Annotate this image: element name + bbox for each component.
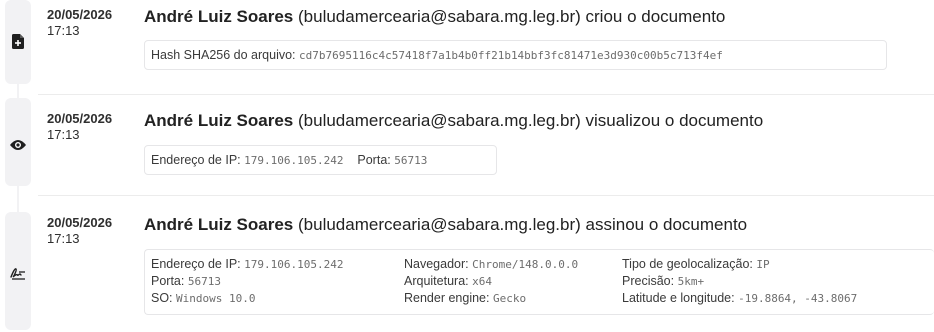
event-divider: [38, 94, 934, 95]
ip-value: 179.106.105.242: [244, 258, 344, 271]
browser-label: Navegador:: [404, 257, 469, 271]
precision-label: Precisão:: [622, 274, 675, 288]
user-email: (buludamercearia@sabara.mg.leg.br): [298, 7, 581, 26]
port-label: Porta:: [151, 274, 185, 288]
file-add-icon: [5, 32, 31, 50]
access-info-box: Endereço de IP: 179.106.105.242 Porta: 5…: [144, 145, 497, 175]
user-email: (buludamercearia@sabara.mg.leg.br): [298, 215, 581, 234]
port-label: Porta:: [357, 153, 391, 167]
timeline-marker-signed: [5, 212, 31, 330]
event-date: 20/05/2026: [47, 7, 113, 22]
precision-value: 5km+: [677, 275, 705, 288]
ip-label: Endereço de IP:: [151, 153, 241, 167]
event-headline: André Luiz Soares (buludamercearia@sabar…: [144, 215, 747, 235]
event-divider: [38, 195, 934, 196]
hash-box: Hash SHA256 do arquivo: cd7b7695116c4c57…: [144, 40, 887, 70]
event-time: 17:13: [47, 231, 80, 246]
timeline-marker-viewed: [5, 98, 31, 186]
os-label: SO:: [151, 291, 173, 305]
event-datetime: 20/05/2026 17:13: [47, 111, 137, 143]
event-action: assinou o documento: [585, 215, 748, 234]
event-datetime: 20/05/2026 17:13: [47, 215, 137, 247]
event-datetime: 20/05/2026 17:13: [47, 7, 137, 39]
latlng-label: Latitude e longitude:: [622, 291, 735, 305]
event-signed: 20/05/2026 17:13 André Luiz Soares (bulu…: [47, 215, 934, 325]
event-date: 20/05/2026: [47, 215, 113, 230]
user-name: André Luiz Soares: [144, 7, 294, 26]
event-headline: André Luiz Soares (buludamercearia@sabar…: [144, 7, 725, 27]
timeline-connector: [17, 186, 19, 212]
event-created: 20/05/2026 17:13 André Luiz Soares (bulu…: [47, 7, 934, 87]
geo-type-value: IP: [756, 258, 770, 271]
timeline-connector: [17, 84, 19, 98]
event-viewed: 20/05/2026 17:13 André Luiz Soares (bulu…: [47, 111, 934, 181]
port-value: 56713: [187, 275, 221, 288]
user-name: André Luiz Soares: [144, 215, 294, 234]
latlng-value: -19.8864, -43.8067: [738, 292, 858, 305]
hash-label: Hash SHA256 do arquivo:: [151, 48, 296, 62]
timeline-marker-created: [5, 0, 31, 84]
geo-type-label: Tipo de geolocalização:: [622, 257, 753, 271]
event-action: visualizou o documento: [585, 111, 764, 130]
ip-value: 179.106.105.242: [244, 154, 344, 167]
eye-icon: [5, 136, 31, 154]
event-time: 17:13: [47, 127, 80, 142]
engine-label: Render engine:: [404, 291, 490, 305]
engine-value: Gecko: [492, 292, 527, 305]
event-headline: André Luiz Soares (buludamercearia@sabar…: [144, 111, 763, 131]
os-value: Windows 10.0: [176, 292, 256, 305]
event-action: criou o documento: [585, 7, 726, 26]
user-name: André Luiz Soares: [144, 111, 294, 130]
port-value: 56713: [394, 154, 428, 167]
signature-info-box: Endereço de IP: 179.106.105.242 Porta: 5…: [144, 249, 934, 315]
user-email: (buludamercearia@sabara.mg.leg.br): [298, 111, 581, 130]
arch-value: x64: [472, 275, 492, 288]
hash-value: cd7b7695116c4c57418f7a1b4b0ff21b14bbf3fc…: [299, 49, 723, 62]
signature-icon: [5, 264, 31, 282]
event-time: 17:13: [47, 23, 80, 38]
browser-value: Chrome/148.0.0.0: [472, 258, 579, 271]
arch-label: Arquitetura:: [404, 274, 469, 288]
event-date: 20/05/2026: [47, 111, 113, 126]
ip-label: Endereço de IP:: [151, 257, 241, 271]
